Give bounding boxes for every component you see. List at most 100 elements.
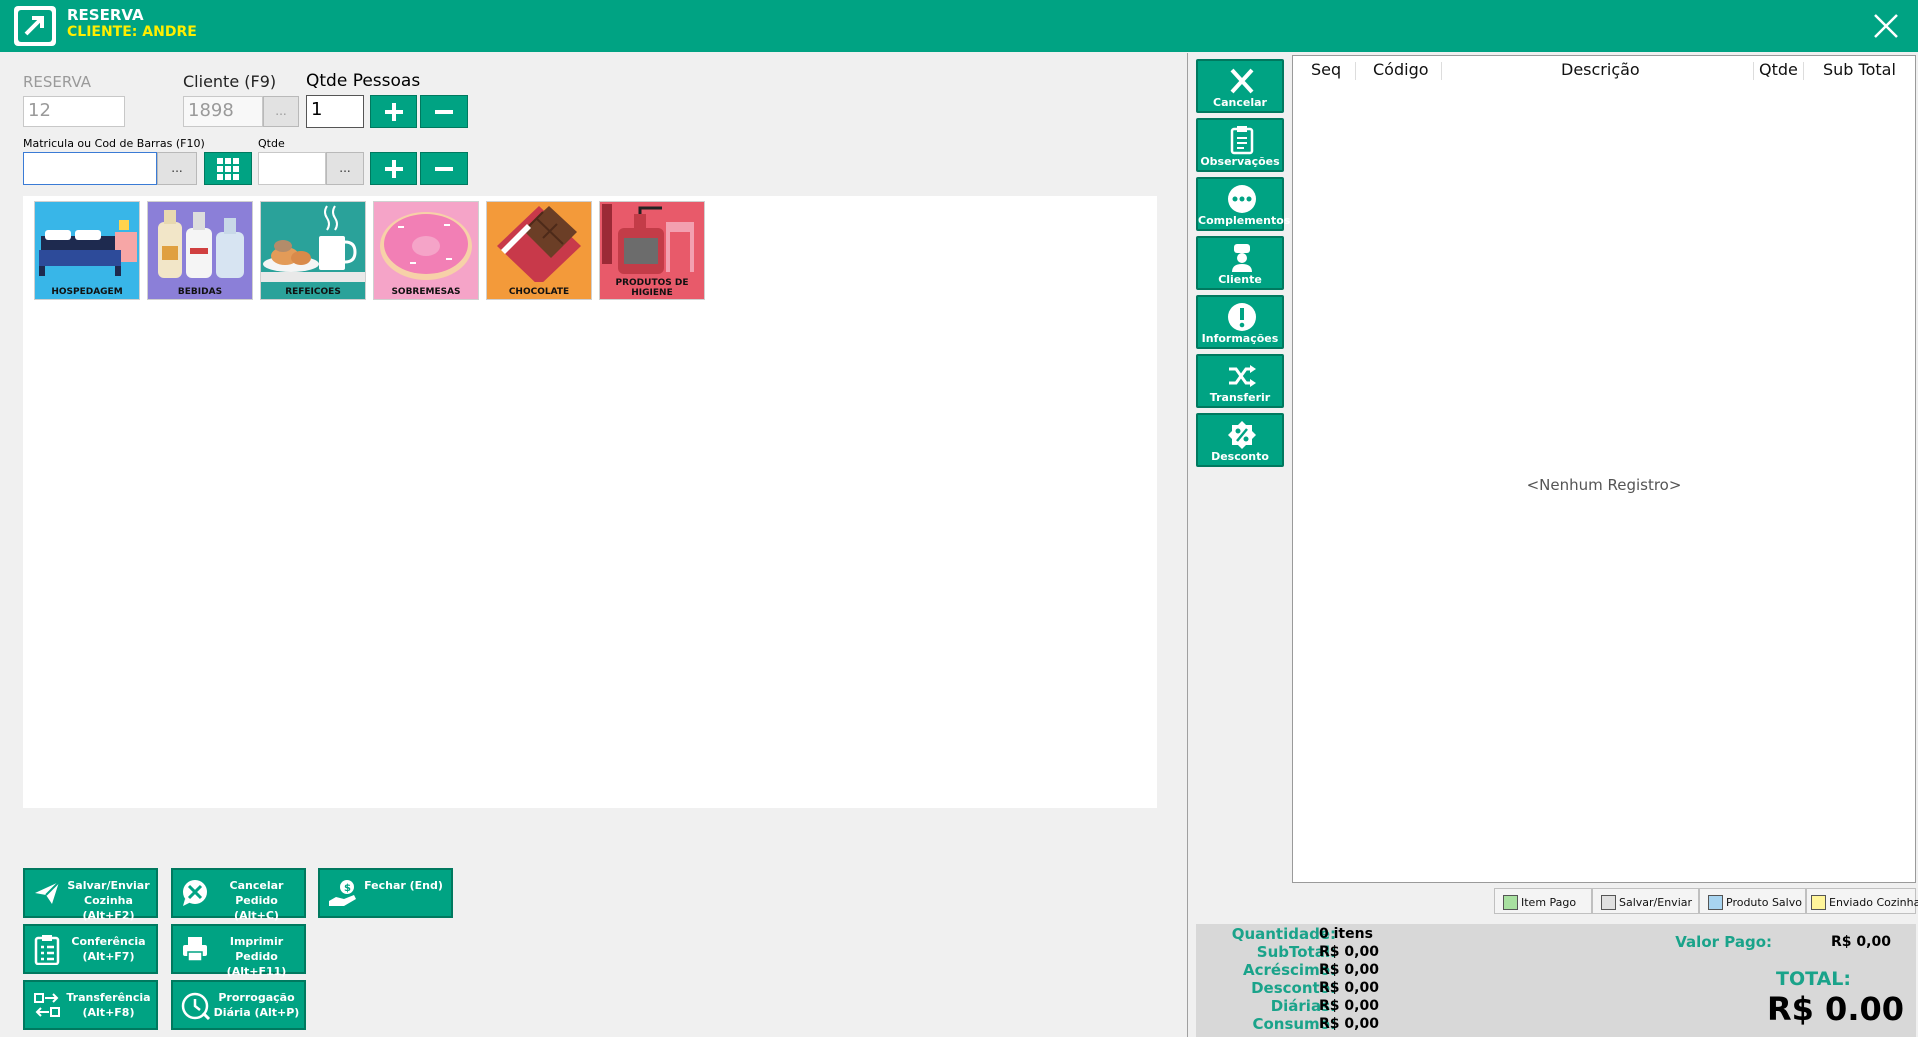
total-value: R$ 0.00 xyxy=(1767,990,1904,1028)
column-header-subtotal[interactable]: Sub Total xyxy=(1823,60,1896,79)
total-label: TOTAL: xyxy=(1775,968,1851,990)
save-send-kitchen-button[interactable]: Salvar/Enviar Cozinha (Alt+F2) xyxy=(23,868,158,922)
subtotal-value: R$ 0,00 xyxy=(1319,944,1379,960)
conference-button[interactable]: Conferência (Alt+F7) xyxy=(23,924,158,974)
reserva-field[interactable]: 12 xyxy=(23,96,125,127)
category-tile-hospedagem[interactable]: HOSPEDAGEM xyxy=(34,201,140,300)
category-label: HOSPEDAGEM xyxy=(51,287,123,297)
product-grid-button[interactable] xyxy=(204,152,252,185)
action-label: Fechar (End) xyxy=(364,879,443,892)
legend-label: Item Pago xyxy=(1521,896,1577,909)
cancel-chat-icon xyxy=(183,880,207,906)
category-tile-produtos-de-higiene[interactable]: PRODUTOS DE HIGIENE xyxy=(599,201,705,300)
category-tile-sobremesas[interactable]: SOBREMESAS xyxy=(373,201,479,300)
pessoas-minus-button[interactable] xyxy=(420,95,468,128)
pessoas-plus-button[interactable] xyxy=(370,95,417,128)
legend-swatch xyxy=(1811,895,1826,910)
category-label: CHOCOLATE xyxy=(508,287,570,297)
checklist-icon xyxy=(34,935,60,965)
cancel-order-button[interactable]: Cancelar Pedido (Alt+C) xyxy=(171,868,306,922)
pessoas-field[interactable]: 1 xyxy=(306,95,364,128)
minus-icon xyxy=(435,166,453,171)
cliente-lookup-button[interactable]: ... xyxy=(263,96,299,127)
category-tile-refeicoes[interactable]: REFEICOES xyxy=(260,201,366,300)
side-complements-button[interactable]: Complementos xyxy=(1196,177,1291,231)
side-button-label: Cancelar xyxy=(1213,96,1267,109)
valor-pago-value: R$ 0,00 xyxy=(1831,934,1891,950)
order-items-grid[interactable]: Seq Código Descrição Qtde Sub Total <Nen… xyxy=(1292,55,1916,883)
clipboard-icon xyxy=(1230,126,1254,155)
legend-label: Produto Salvo xyxy=(1726,896,1802,909)
more-dots-icon xyxy=(1228,185,1256,213)
close-icon xyxy=(1230,68,1254,94)
acrescimo-label: Acréscimo: xyxy=(1243,961,1336,979)
svg-text:$: $ xyxy=(344,883,351,894)
qtde-plus-button[interactable] xyxy=(370,152,417,185)
reserva-label: RESERVA xyxy=(23,73,92,91)
plus-icon xyxy=(384,102,403,121)
side-button-label: Complementos xyxy=(1198,214,1291,227)
action-label: Conferência (Alt+F7) xyxy=(71,935,146,963)
cliente-label: Cliente (F9) xyxy=(183,72,277,91)
side-discount-button[interactable]: Desconto xyxy=(1196,413,1284,467)
action-label: Salvar/Enviar Cozinha (Alt+F2) xyxy=(67,879,150,922)
qtde-field[interactable] xyxy=(258,152,326,185)
title-bar xyxy=(0,0,1918,52)
side-cancel-button[interactable]: Cancelar xyxy=(1196,59,1284,113)
app-logo-icon xyxy=(14,6,56,46)
matricula-lookup-button[interactable]: ... xyxy=(157,152,197,185)
pessoas-label: Qtde Pessoas xyxy=(306,71,421,91)
side-button-label: Informações xyxy=(1201,332,1279,345)
user-icon xyxy=(1232,244,1252,272)
clock-extend-icon xyxy=(181,992,211,1021)
consumo-label: Consumo: xyxy=(1252,1015,1336,1033)
qtde-lookup-button[interactable]: ... xyxy=(326,152,364,185)
panel-divider xyxy=(1187,53,1188,1037)
diarias-label: Diárias: xyxy=(1270,997,1336,1015)
column-header-descricao[interactable]: Descrição xyxy=(1561,60,1640,79)
category-label: PRODUTOS DE HIGIENE xyxy=(615,278,689,298)
close-window-icon[interactable] xyxy=(1870,10,1902,42)
side-transfer-button[interactable]: Transferir xyxy=(1196,354,1284,408)
category-tile-chocolate[interactable]: CHOCOLATE xyxy=(486,201,592,300)
column-header-codigo[interactable]: Código xyxy=(1373,60,1429,79)
plus-icon xyxy=(384,159,403,178)
consumo-value: R$ 0,00 xyxy=(1319,1016,1379,1032)
desconto-label: Desconto: xyxy=(1251,979,1336,997)
side-button-label: Cliente xyxy=(1218,273,1262,286)
valor-pago-label: Valor Pago: xyxy=(1675,933,1772,951)
column-header-qtde[interactable]: Qtde xyxy=(1759,60,1798,79)
side-observations-button[interactable]: Observações xyxy=(1196,118,1284,172)
cliente-field[interactable]: 1898 xyxy=(183,96,263,127)
category-label: BEBIDAS xyxy=(177,287,223,297)
matricula-field[interactable] xyxy=(23,152,157,185)
acrescimo-value: R$ 0,00 xyxy=(1319,962,1379,978)
desconto-value: R$ 0,00 xyxy=(1319,980,1379,996)
quantidade-value: 0 itens xyxy=(1319,926,1373,942)
totals-panel: Quantidade: 0 itens SubTotal: R$ 0,00 Ac… xyxy=(1196,924,1916,1037)
legend-salvar-enviar: Salvar/Enviar xyxy=(1592,888,1699,914)
shuffle-icon xyxy=(1229,365,1256,387)
print-order-button[interactable]: Imprimir Pedido (Alt+F11) xyxy=(171,924,306,978)
legend-enviado-cozinha: Enviado Cozinha xyxy=(1806,888,1918,914)
category-tile-bebidas[interactable]: BEBIDAS xyxy=(147,201,253,300)
side-client-button[interactable]: Cliente xyxy=(1196,236,1284,290)
percent-badge-icon xyxy=(1228,421,1256,449)
column-header-seq[interactable]: Seq xyxy=(1311,60,1341,79)
side-button-label: Observações xyxy=(1200,155,1280,168)
category-panel: HOSPEDAGEM BEBIDAS REFEICOES SOBREMESAS xyxy=(23,196,1157,808)
category-label: SOBREMESAS xyxy=(391,287,461,297)
close-bill-button[interactable]: $ Fechar (End) xyxy=(318,868,453,918)
window-subtitle: CLIENTE: ANDRE xyxy=(67,24,197,40)
subtotal-label: SubTotal: xyxy=(1256,943,1336,961)
info-icon xyxy=(1228,303,1256,331)
qtde-minus-button[interactable] xyxy=(420,152,468,185)
diarias-value: R$ 0,00 xyxy=(1319,998,1379,1014)
send-icon xyxy=(35,881,60,904)
transfer-button[interactable]: Transferência (Alt+F8) xyxy=(23,980,158,1030)
extend-daily-button[interactable]: Prorrogação Diária (Alt+P) xyxy=(171,980,306,1030)
action-label: Prorrogação Diária (Alt+P) xyxy=(213,991,300,1019)
side-info-button[interactable]: Informações xyxy=(1196,295,1284,349)
window-title: RESERVA xyxy=(67,6,144,24)
action-label: Transferência (Alt+F8) xyxy=(66,991,151,1019)
